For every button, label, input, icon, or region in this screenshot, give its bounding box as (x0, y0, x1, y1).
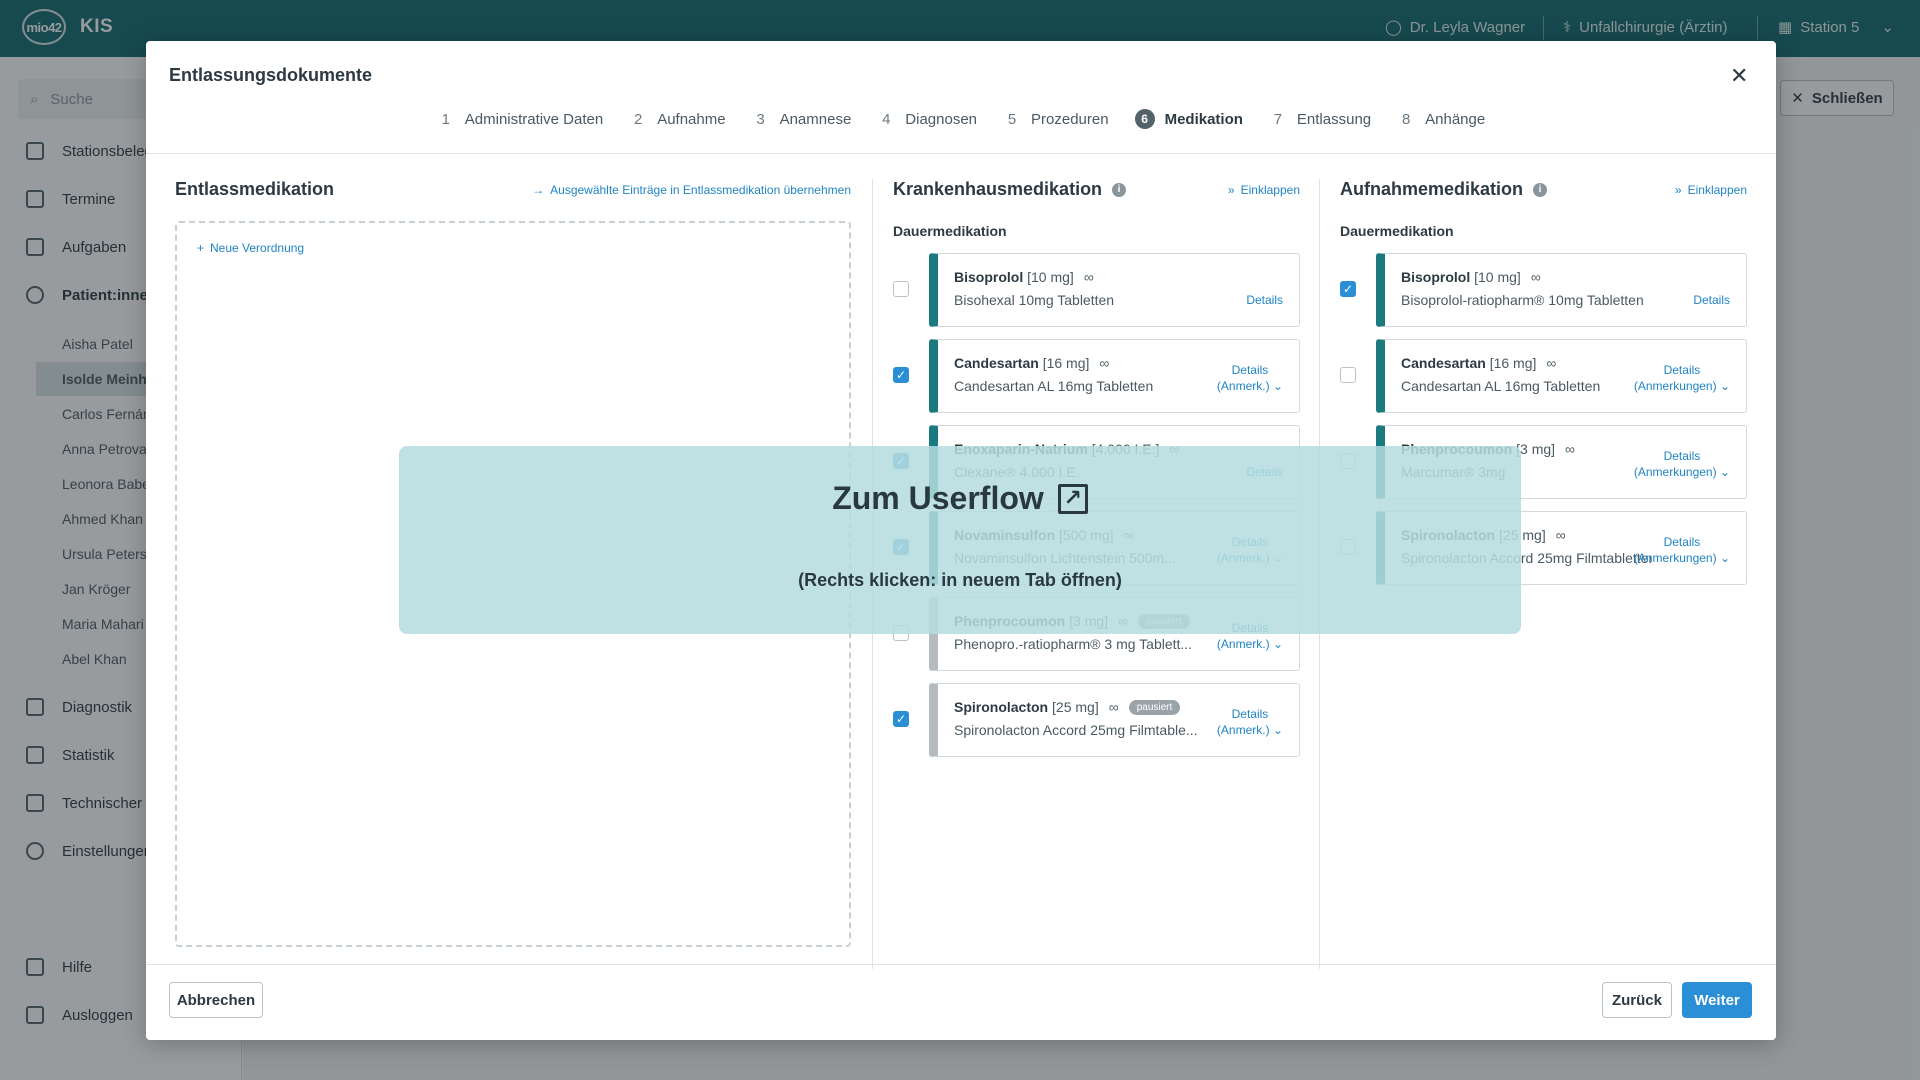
divider (146, 153, 1776, 154)
new-prescription-button[interactable]: + Neue Verordnung (197, 241, 304, 255)
infinity-icon: ∞ (1083, 269, 1094, 285)
chevron-down-icon: ⌄ (1272, 379, 1283, 393)
userflow-hint: (Rechts klicken: in neuem Tab öffnen) (798, 570, 1122, 590)
medication-checkbox[interactable]: ✓ (893, 367, 909, 383)
step-entlassung[interactable]: 7 Entlassung (1269, 109, 1371, 129)
medication-name: Bisoprolol [10 mg] ∞ (954, 269, 1094, 285)
medication-product: Candesartan AL 16mg Tabletten (954, 378, 1154, 394)
divider (146, 964, 1776, 965)
chevron-down-icon: ⌄ (1719, 551, 1730, 565)
take-over-selected-link[interactable]: → Ausgewählte Einträge in Entlassmedikati… (532, 183, 851, 197)
medication-checkbox[interactable] (1340, 367, 1356, 383)
external-link-icon: ↗ (1057, 483, 1088, 514)
medication-card[interactable]: Candesartan [16 mg] ∞ Candesartan AL 16mg… (1376, 339, 1747, 413)
medication-checkbox[interactable]: ✓ (1340, 281, 1356, 297)
chevron-down-icon: ⌄ (1719, 465, 1730, 479)
step-prozeduren[interactable]: 5 Prozeduren (1003, 109, 1109, 129)
infinity-icon: ∞ (1555, 527, 1566, 543)
step-anamnese[interactable]: 3 Anamnese (752, 109, 851, 129)
medication-product: Phenopro.-ratiopharm® 3 mg Tablett... (954, 636, 1193, 652)
dialog-title: Entlassungsdokumente (169, 65, 373, 85)
details-toggle[interactable]: Details (1246, 292, 1283, 308)
plus-icon: + (197, 241, 205, 255)
close-icon[interactable]: ✕ (1730, 63, 1748, 89)
stepper: 1 Administrative Daten 2 Aufnahme 3 Anamnes… (146, 109, 1776, 129)
collapse-link[interactable]: » Einklappen (1675, 183, 1747, 197)
details-toggle[interactable]: Details(Anmerk.) ⌄ (1217, 706, 1283, 738)
collapse-link[interactable]: » Einklappen (1228, 183, 1300, 197)
step-administrative-daten[interactable]: 1 Administrative Daten (437, 109, 604, 129)
medication-product: Spironolacton Accord 25mg Filmtable... (954, 722, 1198, 738)
paused-badge: pausiert (1128, 699, 1181, 715)
step-diagnosen[interactable]: 4 Diagnosen (877, 109, 977, 129)
section-title: Aufnahmemedikation i (1340, 179, 1548, 200)
medication-name: Candesartan [16 mg] ∞ (1401, 355, 1557, 371)
medication-name: Bisoprolol [10 mg] ∞ (1401, 269, 1541, 285)
infinity-icon: ∞ (1546, 355, 1557, 371)
section-title: Krankenhausmedikation i (893, 179, 1127, 200)
medication-checkbox[interactable]: ✓ (893, 711, 909, 727)
medication-product: Bisohexal 10mg Tabletten (954, 292, 1115, 308)
infinity-icon: ∞ (1530, 269, 1541, 285)
section-title: Entlassmedikation (175, 179, 335, 199)
section-subtitle: Dauermedikation (1340, 223, 1454, 239)
back-button[interactable]: Zurück (1602, 982, 1672, 1018)
userflow-link[interactable]: Zum Userflow ↗ (Rechts klicken: in neuem … (399, 446, 1521, 634)
infinity-icon: ∞ (1108, 699, 1119, 715)
details-toggle[interactable]: Details (1693, 292, 1730, 308)
chevron-down-icon: ⌄ (1719, 379, 1730, 393)
infinity-icon: ∞ (1565, 441, 1576, 457)
info-icon[interactable]: i (1112, 182, 1127, 197)
medication-card[interactable]: Spironolacton [25 mg] ∞ pausiert Spironola… (929, 683, 1300, 757)
step-aufnahme[interactable]: 2 Aufnahme (629, 109, 726, 129)
section-subtitle: Dauermedikation (893, 223, 1007, 239)
chevron-down-icon: ⌄ (1272, 723, 1283, 737)
medication-name: Candesartan [16 mg] ∞ (954, 355, 1110, 371)
medication-checkbox[interactable] (893, 281, 909, 297)
medication-card[interactable]: Bisoprolol [10 mg] ∞ Bisohexal 10mg Table… (929, 253, 1300, 327)
medication-card[interactable]: Bisoprolol [10 mg] ∞ Bisoprolol-ratiophar… (1376, 253, 1747, 327)
step-medikation[interactable]: 6 Medikation (1134, 109, 1243, 129)
medication-product: Bisoprolol-ratiopharm® 10mg Tabletten (1401, 292, 1644, 308)
details-toggle[interactable]: Details (Anmerkungen) ⌄ (1634, 534, 1730, 566)
step-anhaenge[interactable]: 8 Anhänge (1397, 109, 1485, 129)
next-button[interactable]: Weiter (1682, 982, 1752, 1018)
userflow-title: Zum Userflow ↗ (399, 480, 1521, 517)
double-chevron-icon: » (1227, 183, 1235, 197)
cancel-button[interactable]: Abbrechen (169, 982, 263, 1018)
details-toggle[interactable]: Details (Anmerkungen) ⌄ (1634, 362, 1730, 394)
info-icon[interactable]: i (1533, 182, 1548, 197)
arrow-right-icon: → (532, 183, 545, 197)
double-chevron-icon: » (1674, 183, 1682, 197)
infinity-icon: ∞ (1099, 355, 1110, 371)
chevron-down-icon: ⌄ (1272, 637, 1283, 651)
medication-name: Spironolacton [25 mg] ∞ pausiert (954, 699, 1181, 715)
details-toggle[interactable]: Details(Anmerk.) ⌄ (1217, 362, 1283, 394)
medication-product: Candesartan AL 16mg Tabletten (1401, 378, 1601, 394)
medication-card[interactable]: Candesartan [16 mg] ∞ Candesartan AL 16mg… (929, 339, 1300, 413)
details-toggle[interactable]: Details (Anmerkungen) ⌄ (1634, 448, 1730, 480)
